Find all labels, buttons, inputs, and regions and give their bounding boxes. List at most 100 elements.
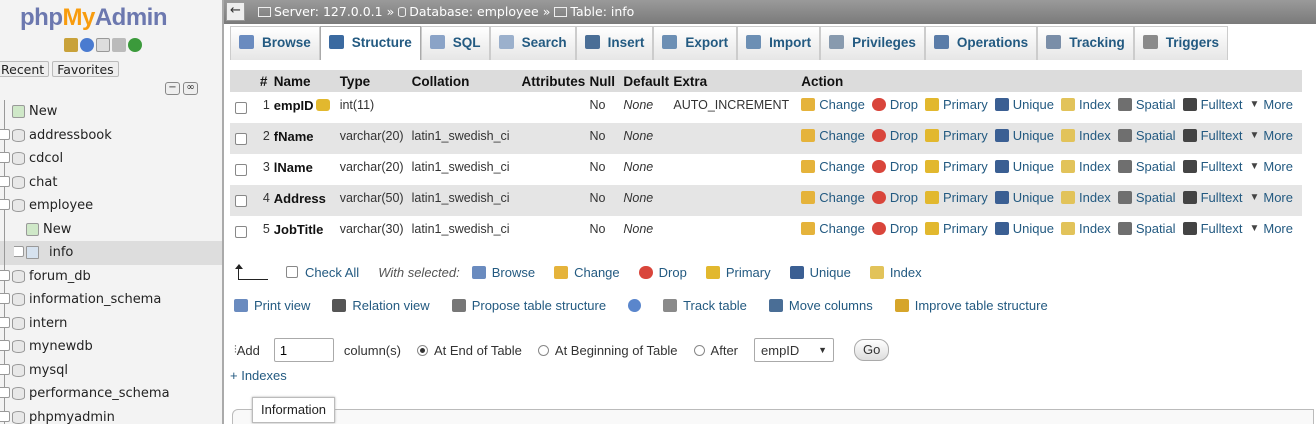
information-tab[interactable]: Information: [252, 397, 336, 423]
expand-icon[interactable]: [0, 387, 10, 398]
expand-icon[interactable]: [0, 175, 10, 187]
tree-item[interactable]: phpmyadmin: [0, 405, 222, 424]
value-name[interactable]: lName: [274, 160, 313, 175]
tree-item-label[interactable]: information_schema: [29, 288, 161, 311]
tab-export[interactable]: Export: [653, 26, 738, 60]
row-action-drop[interactable]: Drop: [871, 159, 918, 174]
expand-icon[interactable]: [0, 152, 10, 163]
tree-item[interactable]: information_schema: [0, 288, 222, 312]
collapse-all-icon[interactable]: −: [165, 82, 180, 95]
row-action-more[interactable]: ▼ More: [1249, 221, 1293, 236]
row-action-drop[interactable]: Drop: [871, 190, 918, 205]
tool-propose-table-structure[interactable]: Propose table structure: [451, 298, 606, 313]
row-action-spatial[interactable]: Spatial: [1117, 97, 1176, 112]
breadcrumb-server[interactable]: Server: 127.0.0.1: [274, 4, 383, 19]
tool-improve-table-structure[interactable]: Improve table structure: [894, 298, 1048, 313]
expand-icon[interactable]: [0, 363, 10, 375]
tree-item[interactable]: performance_schema: [0, 382, 222, 406]
row-action-spatial[interactable]: Spatial: [1117, 190, 1176, 205]
add-column-count-input[interactable]: [273, 338, 334, 362]
after-column-select[interactable]: empID ▼: [754, 338, 835, 362]
help-icon[interactable]: [628, 299, 642, 312]
breadcrumb-database[interactable]: Database: employee: [409, 4, 539, 19]
after-label[interactable]: After: [711, 343, 738, 358]
tree-item[interactable]: forum_db: [0, 264, 222, 289]
tree-item-label[interactable]: New: [29, 100, 57, 123]
row-action-more[interactable]: ▼ More: [1249, 97, 1293, 112]
row-action-more[interactable]: ▼ More: [1249, 128, 1293, 143]
tree-item[interactable]: addressbook: [0, 123, 222, 148]
tree-item-label[interactable]: New: [43, 218, 71, 241]
tree-item[interactable]: intern: [0, 311, 222, 336]
back-arrow-icon[interactable]: ←: [226, 2, 245, 21]
row-checkbox[interactable]: [235, 164, 247, 176]
row-action-change[interactable]: Change: [801, 190, 865, 205]
tree-item[interactable]: employee: [0, 194, 222, 218]
tab-triggers[interactable]: Triggers: [1133, 26, 1228, 60]
tab-tracking[interactable]: Tracking: [1037, 26, 1134, 60]
phpmyadmin-logo[interactable]: phpMyAdmin: [20, 4, 168, 32]
tree-item-label[interactable]: addressbook: [29, 124, 112, 147]
home-icon[interactable]: [64, 38, 78, 52]
settings-icon[interactable]: [112, 38, 126, 52]
row-action-index[interactable]: Index: [1061, 97, 1111, 112]
row-action-drop[interactable]: Drop: [871, 97, 918, 112]
row-action-fulltext[interactable]: Fulltext: [1182, 128, 1242, 143]
row-action-spatial[interactable]: Spatial: [1117, 128, 1176, 143]
tab-recent[interactable]: Recent: [0, 61, 50, 77]
value-name[interactable]: fName: [274, 129, 314, 144]
tree-item[interactable]: New: [0, 217, 222, 242]
row-action-drop[interactable]: Drop: [871, 221, 918, 236]
tree-item-label[interactable]: mynewdb: [29, 335, 93, 358]
tree-item-label[interactable]: mysql: [29, 359, 68, 382]
expand-icon[interactable]: [0, 128, 10, 140]
row-action-unique[interactable]: Unique: [994, 221, 1054, 236]
tab-insert[interactable]: Insert: [575, 26, 654, 60]
row-action-change[interactable]: Change: [801, 97, 865, 112]
expand-icon[interactable]: [0, 410, 10, 422]
row-checkbox[interactable]: [235, 195, 247, 207]
help-icon[interactable]: [80, 38, 94, 52]
row-action-more[interactable]: ▼ More: [1249, 159, 1293, 174]
row-action-primary[interactable]: Primary: [925, 128, 988, 143]
value-name[interactable]: JobTitle: [274, 222, 324, 237]
tab-import[interactable]: Import: [737, 26, 821, 60]
go-button[interactable]: Go: [854, 339, 890, 361]
row-action-drop[interactable]: Drop: [871, 128, 918, 143]
indexes-toggle[interactable]: + Indexes: [230, 368, 287, 383]
tool-relation-view[interactable]: Relation view: [332, 298, 430, 313]
row-action-fulltext[interactable]: Fulltext: [1182, 221, 1242, 236]
at-end-label[interactable]: At End of Table: [434, 343, 522, 358]
expand-icon[interactable]: [0, 269, 10, 281]
row-action-unique[interactable]: Unique: [994, 97, 1054, 112]
with-selected-index[interactable]: Index: [869, 265, 922, 280]
at-end-radio[interactable]: [416, 344, 428, 356]
row-action-index[interactable]: Index: [1061, 128, 1111, 143]
tree-item-label[interactable]: chat: [29, 171, 57, 194]
tree-item-label[interactable]: forum_db: [29, 265, 91, 288]
row-action-change[interactable]: Change: [801, 221, 865, 236]
tree-item-label[interactable]: phpmyadmin: [29, 406, 115, 424]
row-action-unique[interactable]: Unique: [994, 159, 1054, 174]
row-action-fulltext[interactable]: Fulltext: [1182, 97, 1242, 112]
row-action-fulltext[interactable]: Fulltext: [1182, 159, 1242, 174]
link-with-main-icon[interactable]: ∞: [183, 82, 198, 95]
with-selected-primary[interactable]: Primary: [705, 265, 771, 280]
row-action-change[interactable]: Change: [801, 128, 865, 143]
row-action-index[interactable]: Index: [1061, 221, 1111, 236]
tab-browse[interactable]: Browse: [230, 26, 320, 60]
tab-operations[interactable]: Operations: [924, 26, 1038, 60]
after-radio[interactable]: [693, 344, 705, 356]
tab-structure[interactable]: Structure: [319, 26, 421, 60]
value-name[interactable]: empID: [274, 98, 314, 113]
tree-item[interactable]: chat: [0, 170, 222, 195]
tree-item[interactable]: mysql: [0, 358, 222, 383]
with-selected-browse[interactable]: Browse: [471, 265, 535, 280]
row-checkbox[interactable]: [235, 133, 247, 145]
row-action-more[interactable]: ▼ More: [1249, 190, 1293, 205]
tool-move-columns[interactable]: Move columns: [768, 298, 873, 313]
row-action-index[interactable]: Index: [1061, 159, 1111, 174]
tab-favorites[interactable]: Favorites: [52, 61, 119, 77]
row-action-change[interactable]: Change: [801, 159, 865, 174]
tree-item[interactable]: New: [0, 100, 222, 124]
